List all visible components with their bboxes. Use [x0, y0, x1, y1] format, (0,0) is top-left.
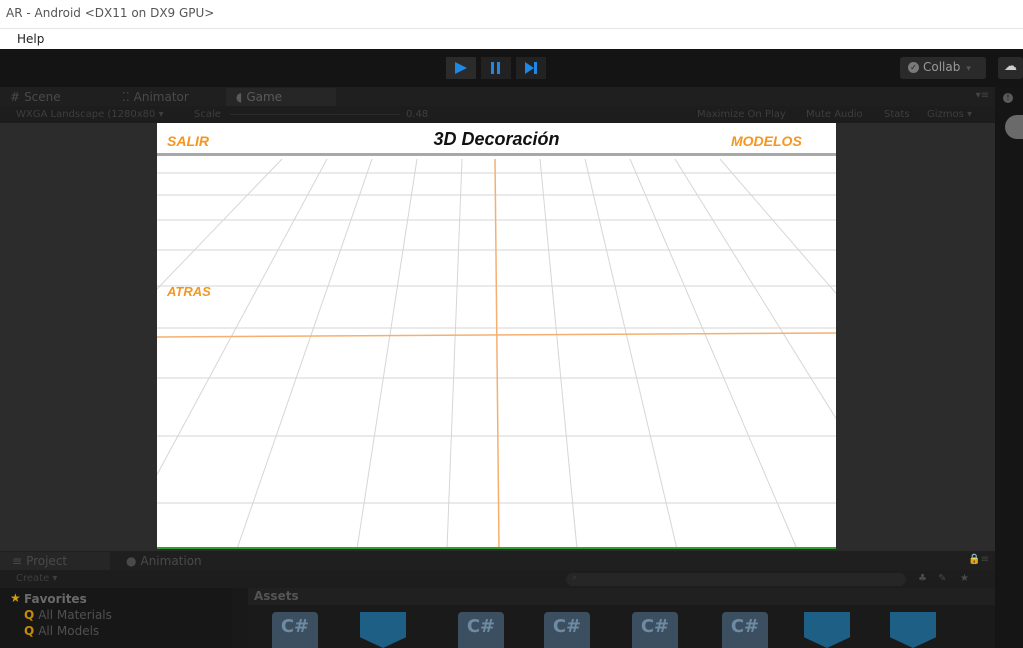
menu-bar: Help [0, 28, 1023, 48]
list-icon: ≡ [12, 554, 23, 568]
prefab-cube-icon[interactable] [360, 612, 406, 648]
csharp-script-asset[interactable]: C# [544, 612, 590, 648]
scale-slider[interactable] [230, 114, 400, 115]
mute-audio-toggle[interactable]: Mute Audio [806, 109, 863, 120]
viewport-bottom-edge [157, 547, 836, 549]
pause-icon [491, 62, 500, 74]
editor-area: ✓ Collab ▾ ☁ # Scene ⁚⁚ Animator ◖ Game ▾≡ WX… [0, 49, 1023, 648]
prefab-cube-icon[interactable] [890, 612, 936, 648]
gizmos-label: Gizmos [927, 109, 964, 120]
search-icon: Q [24, 608, 35, 622]
tab-animator[interactable]: ⁚⁚ Animator [112, 88, 195, 106]
csharp-script-asset[interactable]: C# [458, 612, 504, 648]
tab-scene-label: Scene [24, 90, 61, 104]
play-icon [455, 62, 467, 74]
play-button[interactable] [446, 57, 476, 79]
bottom-panel: ≡ Project ● Animation 🔒≡ Create ▾ ⌕ ♣ ✎ ★ … [0, 551, 995, 648]
game-top-bar: SALIR 3D Decoración MODELOS [157, 123, 836, 156]
favorite-all-materials[interactable]: Q All Materials [24, 608, 112, 622]
tab-animation[interactable]: ● Animation [114, 552, 210, 570]
tab-animator-label: Animator [133, 90, 189, 104]
csharp-script-asset[interactable]: C# [632, 612, 678, 648]
filter-type-icon[interactable]: ♣ [918, 573, 927, 584]
favorite-label: All Materials [38, 608, 112, 622]
check-icon: ✓ [908, 62, 919, 73]
gizmos-dropdown[interactable]: Gizmos ▾ [927, 109, 972, 120]
assets-breadcrumb[interactable]: Assets [248, 588, 995, 605]
cloud-icon: ☁ [1004, 59, 1017, 74]
ground-grid [157, 158, 836, 549]
inspector-collapsed: ! [995, 87, 1023, 648]
project-toolbar: Create ▾ ⌕ ♣ ✎ ★ [0, 570, 995, 588]
create-label: Create [16, 573, 50, 584]
game-viewport[interactable]: SALIR 3D Decoración MODELOS ATRAS [157, 123, 836, 549]
step-icon [525, 62, 537, 74]
favorites-header[interactable]: Favorites [24, 592, 87, 606]
star-icon: ★ [10, 591, 21, 605]
menu-help[interactable]: Help [17, 32, 44, 46]
chevron-down-icon: ▾ [966, 64, 971, 74]
panel-menu-icon[interactable]: ▾≡ [976, 90, 989, 101]
prefab-cube-icon[interactable] [804, 612, 850, 648]
scene-gizmo-icon[interactable] [1005, 115, 1023, 139]
modelos-button[interactable]: MODELOS [731, 133, 802, 149]
cloud-button[interactable]: ☁ [998, 57, 1023, 79]
create-dropdown[interactable]: Create ▾ [16, 573, 57, 584]
pacman-icon: ◖ [236, 90, 243, 104]
atras-button[interactable]: ATRAS [167, 284, 211, 299]
clock-icon: ● [126, 554, 137, 568]
collab-label: Collab [923, 60, 961, 74]
tab-project[interactable]: ≡ Project [0, 552, 110, 570]
favorite-all-models[interactable]: Q All Models [24, 624, 99, 638]
window-title: AR - Android <DX11 on DX9 GPU> [0, 0, 1023, 28]
resolution-label: WXGA Landscape (1280x80 [16, 109, 156, 120]
csharp-script-asset[interactable]: C# [272, 612, 318, 648]
scale-value: 0.48 [406, 109, 429, 120]
search-icon: ⌕ [572, 573, 578, 583]
game-view: SALIR 3D Decoración MODELOS ATRAS [0, 123, 995, 551]
collab-button[interactable]: ✓ Collab ▾ [900, 57, 986, 79]
resolution-dropdown[interactable]: WXGA Landscape (1280x80 ▾ [16, 109, 164, 120]
filter-label-icon[interactable]: ✎ [938, 573, 946, 584]
main-toolbar: ✓ Collab ▾ ☁ [0, 49, 1023, 87]
favorite-icon[interactable]: ★ [960, 573, 969, 584]
tab-scene[interactable]: # Scene [0, 88, 67, 106]
search-icon: Q [24, 624, 35, 638]
step-button[interactable] [516, 57, 546, 79]
tab-game-label: Game [246, 90, 283, 104]
favorite-label: All Models [38, 624, 100, 638]
favorites-tree: ★ Favorites Q All Materials Q All Models [0, 588, 232, 648]
project-search-input[interactable]: ⌕ [566, 573, 906, 586]
csharp-script-asset[interactable]: C# [722, 612, 768, 648]
tab-animation-label: Animation [140, 554, 202, 568]
bottom-tabs: ≡ Project ● Animation 🔒≡ [0, 551, 995, 570]
scale-label: Scale [194, 109, 221, 120]
tab-project-label: Project [26, 554, 68, 568]
stats-toggle[interactable]: Stats [884, 109, 910, 120]
lock-icon[interactable]: 🔒≡ [968, 554, 989, 565]
info-icon[interactable]: ! [1003, 93, 1013, 103]
pause-button[interactable] [481, 57, 511, 79]
scene-tabs: # Scene ⁚⁚ Animator ◖ Game ▾≡ [0, 87, 995, 106]
animator-icon: ⁚⁚ [122, 90, 130, 104]
game-toolbar: WXGA Landscape (1280x80 ▾ Scale 0.48 Max… [0, 106, 995, 123]
maximize-on-play-toggle[interactable]: Maximize On Play [697, 109, 786, 120]
hash-icon: # [10, 90, 21, 104]
tab-game[interactable]: ◖ Game [226, 88, 336, 106]
unity-editor-window: AR - Android <DX11 on DX9 GPU> Help ✓ Col… [0, 0, 1023, 648]
assets-panel: Assets C# C# C# C# C# [248, 588, 995, 648]
